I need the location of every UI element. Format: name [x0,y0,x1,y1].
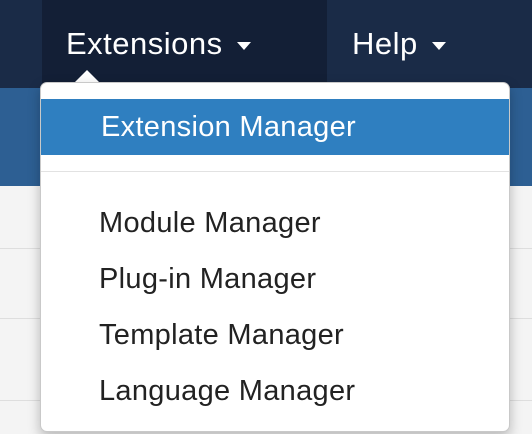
chevron-down-icon [236,42,251,50]
menu-item-label: Extension Manager [101,110,356,143]
chevron-down-icon [431,42,446,50]
nav-help-label: Help [352,26,418,61]
extensions-dropdown-menu: Extension Manager Module Manager Plug-in… [40,82,510,432]
menu-item-label: Language Manager [99,374,356,407]
menu-divider [41,171,509,172]
nav-extensions-label: Extensions [66,26,223,61]
menu-item-label: Template Manager [99,318,344,351]
menu-item-language-manager[interactable]: Language Manager [41,363,509,419]
menu-item-plugin-manager[interactable]: Plug-in Manager [41,251,509,307]
menu-item-template-manager[interactable]: Template Manager [41,307,509,363]
menu-item-label: Plug-in Manager [99,262,317,295]
nav-help-menu[interactable]: Help [332,0,492,88]
menu-item-label: Module Manager [99,206,321,239]
menu-item-module-manager[interactable]: Module Manager [41,195,509,251]
menu-item-extension-manager[interactable]: Extension Manager [41,99,509,155]
